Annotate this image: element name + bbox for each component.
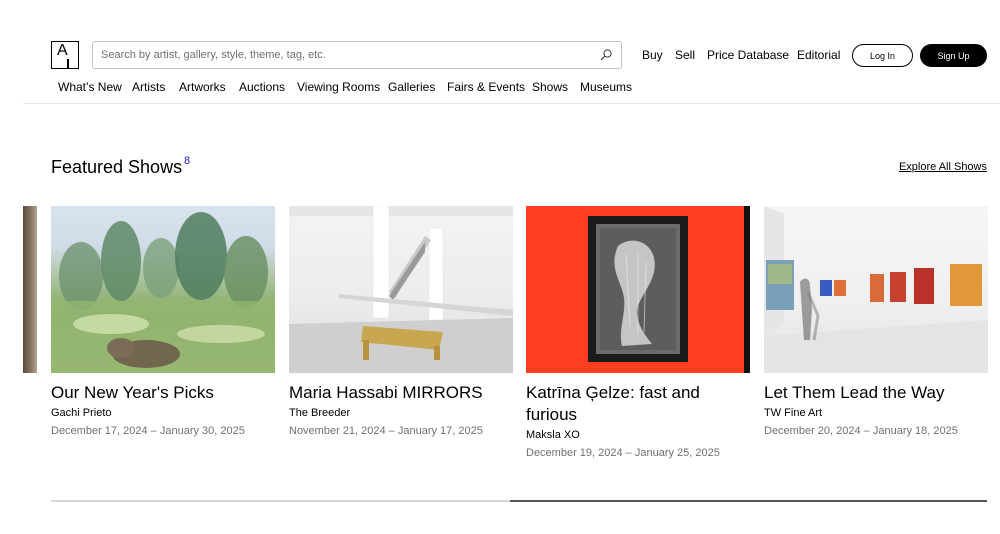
explore-all-shows-link[interactable]: Explore All Shows [899,161,987,173]
carousel-scroll-track[interactable] [51,500,987,502]
subnav-viewing-rooms[interactable]: Viewing Rooms [297,80,380,94]
search-icon[interactable] [599,48,613,62]
nav-link-sell[interactable]: Sell [675,48,695,62]
show-partner[interactable]: Maksla XO [526,429,750,441]
show-card[interactable]: Katrīna Ģelze: fast and furious Maksla X… [526,206,750,459]
show-partner[interactable]: TW Fine Art [764,407,988,419]
show-dates: December 20, 2024 – January 18, 2025 [764,425,958,437]
section-title: Featured Shows [51,157,183,177]
show-card[interactable]: Maria Hassabi MIRRORS The Breeder Novemb… [289,206,513,437]
section-count-badge: 8 [184,155,191,167]
header-divider [23,103,1000,104]
search-box[interactable] [92,41,622,69]
subnav-shows[interactable]: Shows [532,80,568,94]
show-card[interactable]: Our New Year's Picks Gachi Prieto Decemb… [51,206,275,437]
show-thumbnail[interactable] [764,206,988,373]
show-dates: December 17, 2024 – January 30, 2025 [51,425,245,437]
previous-card-peek[interactable] [23,206,37,373]
carousel-scroll-thumb[interactable] [509,500,987,502]
show-dates: November 21, 2024 – January 17, 2025 [289,425,483,437]
subnav-artworks[interactable]: Artworks [179,80,226,94]
subnav-auctions[interactable]: Auctions [239,80,285,94]
artsy-logo[interactable]: A [51,41,79,69]
search-input[interactable] [93,42,621,68]
nav-link-editorial[interactable]: Editorial [797,48,840,62]
subnav-whats-new[interactable]: What’s New [58,80,122,94]
show-title[interactable]: Our New Year's Picks [51,382,275,404]
logo-mark [67,59,69,68]
nav-link-price-database[interactable]: Price Database [707,48,789,62]
subnav-artists[interactable]: Artists [132,80,165,94]
show-dates: December 19, 2024 – January 25, 2025 [526,447,720,459]
show-partner[interactable]: Gachi Prieto [51,407,275,419]
show-partner[interactable]: The Breeder [289,407,513,419]
subnav-museums[interactable]: Museums [580,80,632,94]
show-title[interactable]: Let Them Lead the Way [764,382,988,404]
logo-letter: A [57,42,68,59]
subnav-galleries[interactable]: Galleries [388,80,435,94]
show-thumbnail[interactable] [289,206,513,373]
show-thumbnail[interactable] [51,206,275,373]
subnav-fairs-events[interactable]: Fairs & Events [447,80,525,94]
show-card[interactable]: Let Them Lead the Way TW Fine Art Decemb… [764,206,988,437]
show-thumbnail[interactable] [526,206,750,373]
show-title[interactable]: Katrīna Ģelze: fast and furious [526,382,750,426]
show-title[interactable]: Maria Hassabi MIRRORS [289,382,513,404]
sign-up-button[interactable]: Sign Up [920,44,987,67]
nav-link-buy[interactable]: Buy [642,48,663,62]
log-in-button[interactable]: Log In [852,44,913,67]
